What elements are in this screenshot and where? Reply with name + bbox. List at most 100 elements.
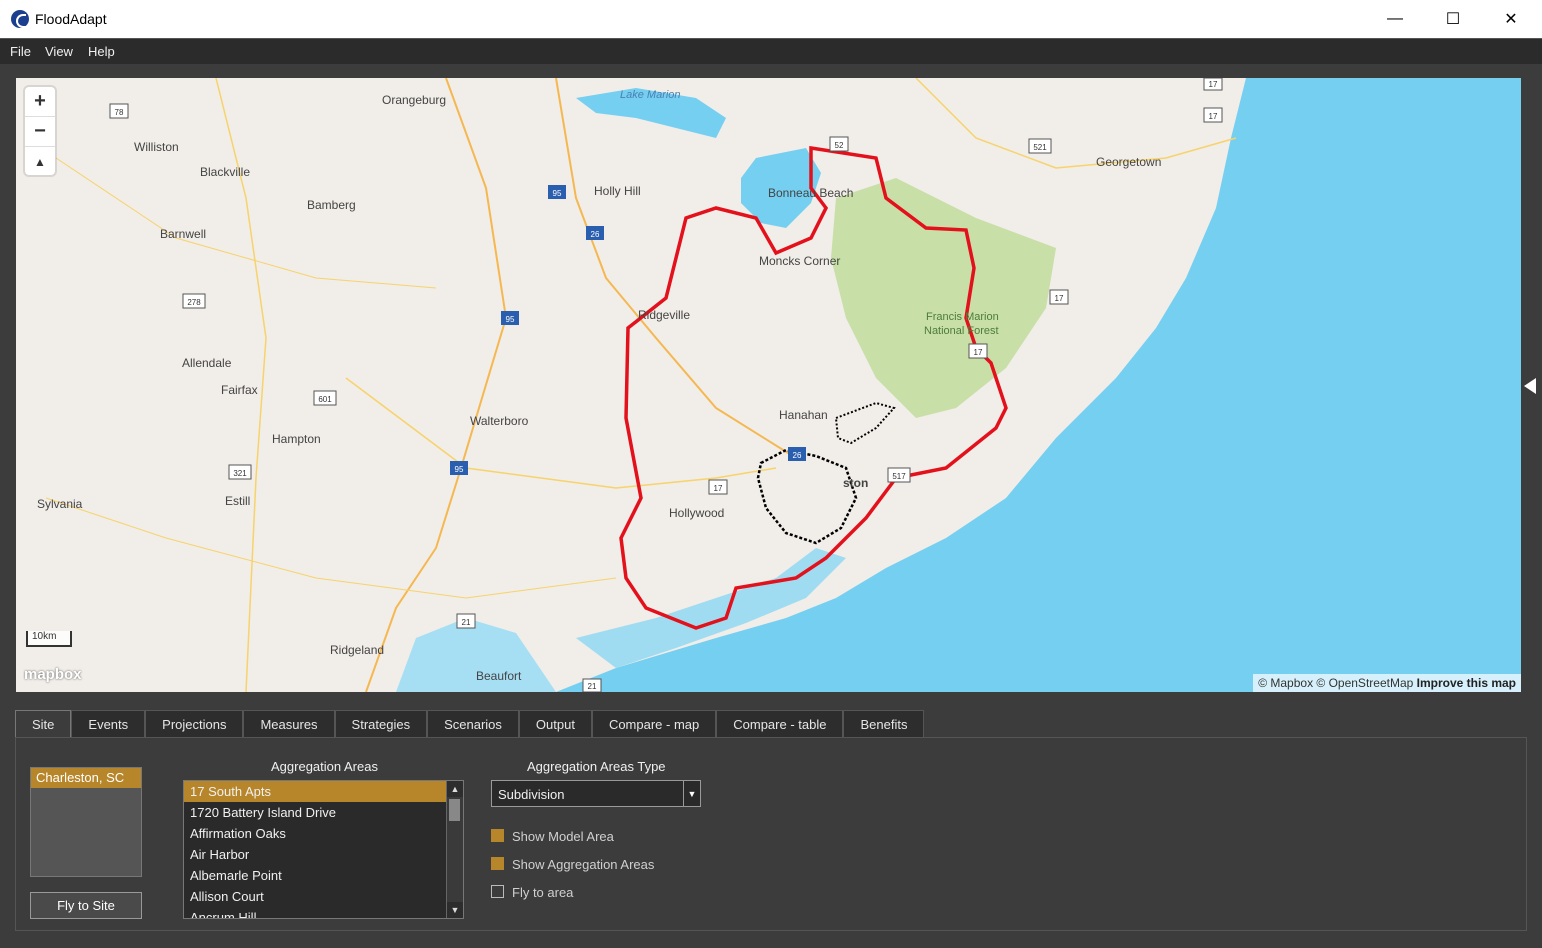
- tab-scenarios[interactable]: Scenarios: [427, 710, 519, 737]
- map-canvas: Orangeburg Williston Blackville Bamberg …: [37, 78, 1521, 692]
- svg-text:78: 78: [115, 108, 124, 117]
- svg-text:26: 26: [591, 230, 600, 239]
- scroll-up-icon[interactable]: ▲: [447, 781, 463, 797]
- shield-95-b: 95: [501, 311, 519, 325]
- svg-text:21: 21: [462, 618, 471, 627]
- scroll-thumb[interactable]: [449, 799, 460, 821]
- place-barnwell: Barnwell: [160, 227, 206, 241]
- ocean-area: [556, 78, 1521, 692]
- dropdown-arrow-icon[interactable]: ▼: [683, 781, 700, 806]
- maximize-button[interactable]: ☐: [1424, 0, 1482, 38]
- place-orangeburg: Orangeburg: [382, 93, 446, 107]
- svg-text:21: 21: [588, 682, 597, 691]
- attribution-text: © Mapbox © OpenStreetMap: [1258, 676, 1414, 690]
- show-aggregation-areas-label: Show Aggregation Areas: [512, 857, 655, 872]
- tab-events[interactable]: Events: [71, 710, 146, 737]
- shield-21-b: 21: [582, 678, 602, 692]
- aggregation-type-select[interactable]: Subdivision ▼: [491, 780, 701, 807]
- list-item[interactable]: Ancrum Hill: [184, 907, 446, 918]
- shield-601: 601: [313, 390, 337, 406]
- shield-95-a: 95: [548, 185, 566, 199]
- svg-text:521: 521: [1033, 143, 1047, 152]
- show-aggregation-areas-checkbox[interactable]: [491, 857, 504, 870]
- shield-321: 321: [228, 464, 252, 480]
- water-lake-marion: Lake Marion: [620, 89, 681, 101]
- fly-to-site-button[interactable]: Fly to Site: [30, 892, 142, 919]
- map-view[interactable]: Orangeburg Williston Blackville Bamberg …: [16, 78, 1521, 692]
- tab-compare-table[interactable]: Compare - table: [716, 710, 844, 737]
- forest-area: [831, 178, 1056, 418]
- shield-278: 278: [182, 293, 206, 309]
- aggregation-areas-list[interactable]: 17 South Apts 1720 Battery Island Drive …: [183, 780, 464, 919]
- svg-text:52: 52: [835, 141, 844, 150]
- place-beaufort: Beaufort: [476, 669, 522, 683]
- menu-file[interactable]: File: [10, 44, 31, 59]
- title-bar: FloodAdapt — ☐ ✕: [0, 0, 1542, 38]
- road-local-c: [45, 497, 617, 599]
- app-logo-icon: [11, 10, 29, 28]
- place-blackville: Blackville: [200, 165, 250, 179]
- mapbox-logo: mapbox: [24, 666, 82, 683]
- close-button[interactable]: ✕: [1482, 0, 1540, 38]
- list-scrollbar[interactable]: ▲ ▼: [446, 781, 463, 918]
- svg-text:17: 17: [974, 348, 983, 357]
- minimize-button[interactable]: —: [1366, 0, 1424, 38]
- tab-benefits[interactable]: Benefits: [843, 710, 925, 737]
- place-sylvania: Sylvania: [37, 497, 83, 511]
- road-interstate-95: [365, 78, 508, 692]
- list-item[interactable]: Allison Court: [184, 886, 446, 907]
- tab-site[interactable]: Site: [15, 710, 72, 737]
- menu-help[interactable]: Help: [88, 44, 115, 59]
- place-moncks-corner: Moncks Corner: [759, 254, 840, 268]
- site-item[interactable]: Charleston, SC: [31, 768, 141, 788]
- improve-map-link[interactable]: Improve this map: [1417, 676, 1516, 690]
- svg-text:95: 95: [553, 189, 562, 198]
- scroll-down-icon[interactable]: ▼: [447, 902, 463, 918]
- svg-text:17: 17: [1055, 294, 1064, 303]
- svg-text:95: 95: [506, 315, 515, 324]
- svg-text:517: 517: [892, 472, 906, 481]
- tab-measures[interactable]: Measures: [243, 710, 335, 737]
- list-item[interactable]: 17 South Apts: [184, 781, 446, 802]
- tab-strategies[interactable]: Strategies: [334, 710, 428, 737]
- side-panel-toggle-icon[interactable]: [1524, 378, 1536, 394]
- tab-projections[interactable]: Projections: [145, 710, 244, 737]
- forest-label-line1: Francis Marion: [926, 311, 999, 323]
- show-model-area-label: Show Model Area: [512, 829, 614, 844]
- aggregation-areas-north: [834, 401, 896, 445]
- tab-output[interactable]: Output: [518, 710, 592, 737]
- svg-text:17: 17: [714, 484, 723, 493]
- list-item[interactable]: 1720 Battery Island Drive: [184, 802, 446, 823]
- road-local-b: [915, 78, 1237, 169]
- aggregation-areas-title: Aggregation Areas: [271, 759, 378, 774]
- list-item[interactable]: Affirmation Oaks: [184, 823, 446, 844]
- compass-button[interactable]: ▲: [25, 147, 55, 176]
- place-hanahan: Hanahan: [779, 408, 828, 422]
- svg-text:321: 321: [233, 469, 247, 478]
- fly-to-area-checkbox[interactable]: [491, 885, 504, 898]
- svg-text:278: 278: [187, 298, 201, 307]
- forest-label-line2: National Forest: [924, 325, 999, 337]
- place-hollywood: Hollywood: [669, 506, 724, 520]
- site-list[interactable]: Charleston, SC: [30, 767, 142, 877]
- tab-compare-map[interactable]: Compare - map: [591, 710, 717, 737]
- tab-bar: Site Events Projections Measures Strateg…: [15, 710, 925, 737]
- shield-21-a: 21: [456, 613, 476, 629]
- aggregation-type-value: Subdivision: [498, 787, 565, 802]
- zoom-out-button[interactable]: −: [25, 117, 55, 147]
- shield-17-d: 17: [968, 343, 988, 359]
- svg-text:26: 26: [793, 451, 802, 460]
- shield-26-b: 26: [788, 447, 806, 461]
- zoom-in-button[interactable]: +: [25, 87, 55, 117]
- map-attribution: © Mapbox © OpenStreetMap Improve this ma…: [1253, 674, 1521, 692]
- place-ridgeville: Ridgeville: [638, 308, 690, 322]
- menu-view[interactable]: View: [45, 44, 73, 59]
- svg-text:601: 601: [318, 395, 332, 404]
- shield-17-b: 17: [1203, 107, 1223, 123]
- place-hampton: Hampton: [272, 432, 321, 446]
- shield-517: 517: [887, 467, 911, 483]
- road-interstate-26: [555, 78, 797, 459]
- list-item[interactable]: Albemarle Point: [184, 865, 446, 886]
- show-model-area-checkbox[interactable]: [491, 829, 504, 842]
- list-item[interactable]: Air Harbor: [184, 844, 446, 865]
